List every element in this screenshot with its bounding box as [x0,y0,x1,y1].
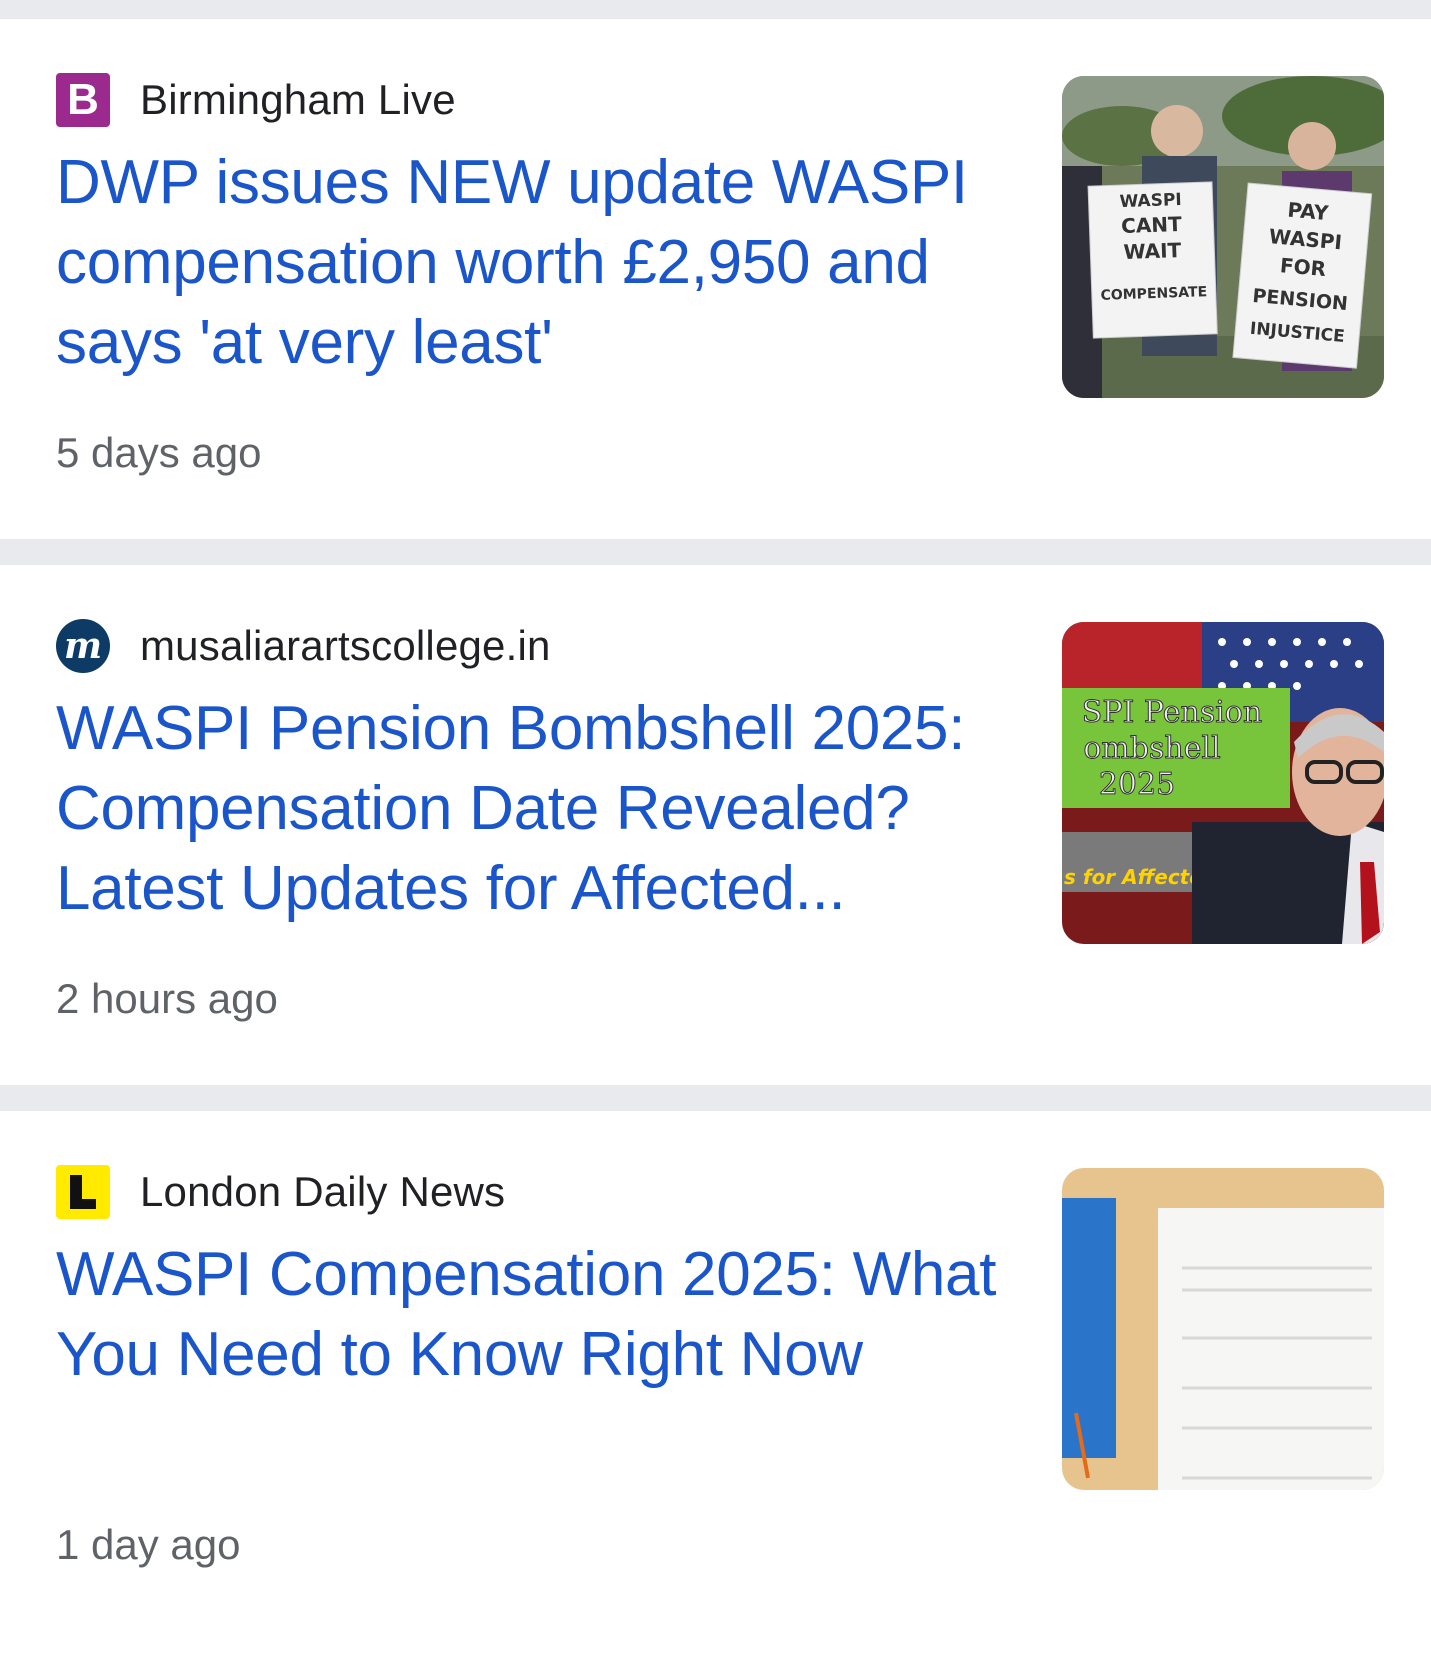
birmingham-live-logo-icon: B [56,73,110,127]
card-divider [0,539,1431,565]
thumb-title-text: 2025 [1099,767,1175,802]
source-row: London Daily News [56,1165,505,1219]
source-name[interactable]: musaliarartscollege.in [140,622,551,670]
sign-text: WASPI [1119,190,1182,212]
news-card[interactable]: m musaliarartscollege.in WASPI Pension B… [0,565,1431,1085]
headline-link[interactable]: WASPI Compensation 2025: What You Need t… [56,1235,1016,1395]
news-card[interactable]: B Birmingham Live DWP issues NEW update … [0,19,1431,539]
musaliar-logo-icon: m [56,619,110,673]
source-name[interactable]: London Daily News [140,1168,505,1216]
logo-letter: m [63,625,103,667]
sign-text: FOR [1279,253,1327,281]
news-card[interactable]: London Daily News WASPI Compensation 202… [0,1111,1431,1631]
headline-link[interactable]: DWP issues NEW update WASPI compensation… [56,143,1016,383]
article-thumbnail[interactable]: SPI Pension ombshell 2025 s for Affected [1062,622,1384,944]
sign-text: PAY [1287,198,1330,226]
thumb-title-text: ombshell [1083,731,1220,766]
thumb-title-text: SPI Pension [1082,695,1262,730]
source-name[interactable]: Birmingham Live [140,76,456,124]
article-thumbnail[interactable] [1062,1168,1384,1490]
timestamp: 5 days ago [56,429,262,476]
timestamp: 1 day ago [56,1521,241,1568]
top-divider [0,0,1431,19]
timestamp: 2 hours ago [56,975,278,1022]
london-daily-news-logo-icon [56,1165,110,1219]
source-row: m musaliarartscollege.in [56,619,551,673]
logo-letter: B [67,75,99,124]
card-divider [0,1085,1431,1111]
sign-text: WAIT [1123,238,1182,264]
headline-link[interactable]: WASPI Pension Bombshell 2025: Compensati… [56,689,1016,929]
source-row: B Birmingham Live [56,73,456,127]
sign-text: CANT [1121,212,1183,238]
article-thumbnail[interactable]: WASPI CANT WAIT COMPENSATE PAY WASPI FOR… [1062,76,1384,398]
